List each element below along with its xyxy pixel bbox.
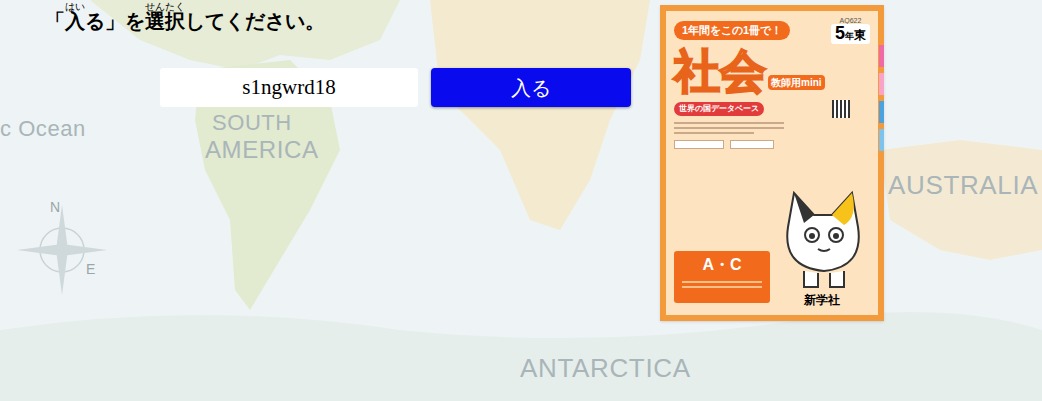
subject-title: 社会 <box>674 46 766 97</box>
map-label: ANTARCTICA <box>520 355 691 381</box>
map-label: AUSTRALIA <box>888 172 1038 198</box>
book-code: AQ622 <box>840 17 862 24</box>
qr-code <box>832 100 850 118</box>
compass-letter: E <box>86 262 95 276</box>
instruction-heading: 「入はいる」を選択せんたくしてください。 <box>45 2 660 34</box>
map-label: c Ocean <box>0 118 86 140</box>
page: c Ocean SOUTH AMERICA AUSTRALIA ANTARCTICA N E… <box>0 0 1042 401</box>
map-label: SOUTH <box>212 112 292 134</box>
edition-badge: 教師用mini <box>768 75 825 90</box>
world-map: c Ocean SOUTH AMERICA AUSTRALIA ANTARCTICA N E <box>0 0 1042 401</box>
enter-button[interactable]: 入る <box>431 68 631 107</box>
book-cover: 1年間をこの1冊で！ AQ6225年東社会教師用mini 世界の国データベース A・C… <box>660 5 884 321</box>
cat-icon <box>774 187 870 291</box>
database-badge: 世界の国データベース <box>674 102 764 116</box>
map-label: AMERICA <box>205 138 319 162</box>
series-badge: 1年間をこの1冊で！ <box>674 21 790 40</box>
compass-letter: N <box>50 200 60 214</box>
grade-badge: 5年東 <box>831 24 870 44</box>
code-input[interactable] <box>160 68 418 107</box>
continents-icon <box>0 0 1042 401</box>
publisher: 新学社 <box>804 291 840 309</box>
login-form: 入る <box>160 68 660 107</box>
volume-box: A・C <box>674 251 770 303</box>
